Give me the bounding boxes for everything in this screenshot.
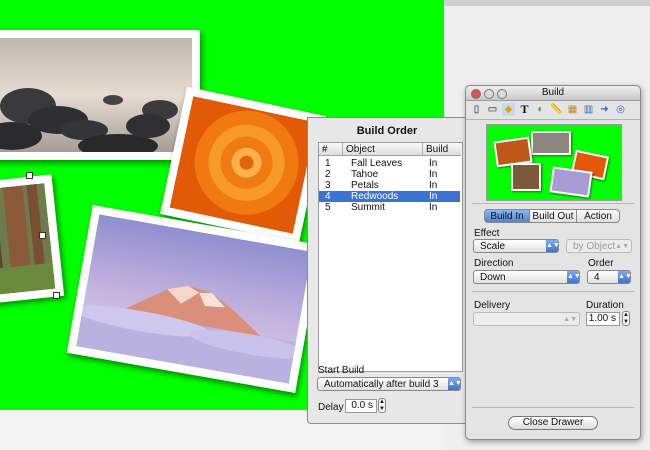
row-number: 3 [325,180,331,191]
effect-label: Effect [474,228,500,239]
inspector-toolbar: ▯ ▭ ◆ T ◐ 📏 ▦ ▥ ➜ ◎ [466,101,640,120]
duration-label: Duration [586,300,624,311]
column-header-build[interactable]: Build [423,143,461,156]
quicktime-icon[interactable]: ◎ [614,103,627,116]
build-inspector: Build ▯ ▭ ◆ T ◐ 📏 ▦ ▥ ➜ ◎ Build In Build… [465,85,641,440]
photo-tahoe[interactable] [0,30,200,160]
direction-popup[interactable]: Down ▲▼ [473,270,581,284]
petals-image [169,96,317,234]
direction-value: Down [480,272,506,283]
preview-summit [549,166,593,198]
build-preview [486,124,622,201]
build-order-title: Build Order [356,125,418,137]
document-icon[interactable]: ▯ [470,103,483,116]
start-build-value: Automatically after build 3 [324,379,439,390]
start-build-popup[interactable]: Automatically after build 3 ▲▼ [317,377,462,391]
selection-handle-top[interactable] [26,172,33,179]
tab-build-out[interactable]: Build Out [529,209,577,223]
metrics-icon[interactable]: 📏 [550,103,563,116]
order-label: Order [588,258,614,269]
by-object-value: by Object [573,241,616,252]
slide-icon[interactable]: ▭ [486,103,499,116]
preview-redwoods [511,163,541,191]
row-build: In [429,169,438,180]
graphic-icon[interactable]: ◐ [534,103,547,116]
popup-arrows-icon: ▲▼ [615,243,629,250]
selection-handle-middle[interactable] [39,232,46,239]
by-object-popup: by Object ▲▼ [566,239,632,253]
delay-field[interactable]: 0.0 s [345,399,377,413]
photo-redwoods[interactable] [0,174,65,304]
order-popup[interactable]: 4 ▲▼ [587,270,632,284]
table-row[interactable]: 5 Summit In [319,202,460,213]
hyperlink-icon[interactable]: ➜ [598,103,611,116]
effect-popup[interactable]: Scale ▲▼ [473,239,560,253]
build-order-table[interactable]: # Object Build 1 Fall Leaves In 2 Tahoe … [318,142,463,372]
row-number: 2 [325,169,331,180]
inspector-titlebar[interactable]: Build [466,86,640,101]
text-icon[interactable]: T [518,103,531,116]
table-row[interactable]: 1 Fall Leaves In [319,158,460,169]
build-order-drawer: Build Order # Object Build 1 Fall Leaves… [307,117,467,424]
popup-arrows-icon: ▲▼ [546,240,560,252]
table-row-selected[interactable]: 4 Redwoods In [319,191,460,202]
row-number: 4 [325,191,331,202]
divider [472,291,634,292]
divider [472,407,634,408]
row-build: In [429,202,438,213]
build-icon[interactable]: ◆ [502,103,515,116]
start-build-label: Start Build [318,365,365,376]
popup-arrows-icon: ▲▼ [618,271,632,283]
summit-image [76,214,312,384]
table-icon[interactable]: ▦ [566,103,579,116]
delivery-label: Delivery [474,300,511,311]
tab-build-in[interactable]: Build In [484,209,530,223]
delay-label: Delay [318,402,344,413]
delivery-popup: ▲▼ [473,312,580,326]
redwoods-image [0,183,56,295]
order-value: 4 [594,272,600,283]
column-header-number[interactable]: # [319,143,343,156]
preview-tahoe [531,131,571,155]
tahoe-image [0,38,192,152]
duration-field[interactable]: 1.00 s [586,312,620,326]
popup-arrows-icon: ▲▼ [563,316,577,323]
table-row[interactable]: 2 Tahoe In [319,169,460,180]
delay-stepper[interactable]: ▲ ▼ [378,398,386,413]
row-build: In [429,180,438,191]
row-object: Fall Leaves [351,158,403,169]
close-drawer-button[interactable]: Close Drawer [508,416,598,430]
row-object: Tahoe [351,169,379,180]
popup-arrows-icon: ▲▼ [567,271,581,283]
row-number: 1 [325,158,331,169]
row-object: Summit [351,202,385,213]
selection-handle-bottom[interactable] [53,292,60,299]
row-object: Redwoods [351,191,399,202]
row-object: Petals [351,180,379,191]
direction-label: Direction [474,258,514,269]
window-top-edge [444,0,650,6]
row-build: In [429,191,438,202]
table-row[interactable]: 3 Petals In [319,180,460,191]
duration-stepper[interactable]: ▲ ▼ [622,311,630,326]
divider [472,203,634,204]
inspector-title: Build [541,87,565,98]
effect-value: Scale [480,241,506,252]
popup-arrows-icon: ▲▼ [448,378,462,390]
row-build: In [429,158,438,169]
chart-icon[interactable]: ▥ [582,103,595,116]
row-number: 5 [325,202,331,213]
column-header-object[interactable]: Object [343,143,423,156]
tab-action[interactable]: Action [576,209,620,223]
photo-petals[interactable] [160,86,326,244]
